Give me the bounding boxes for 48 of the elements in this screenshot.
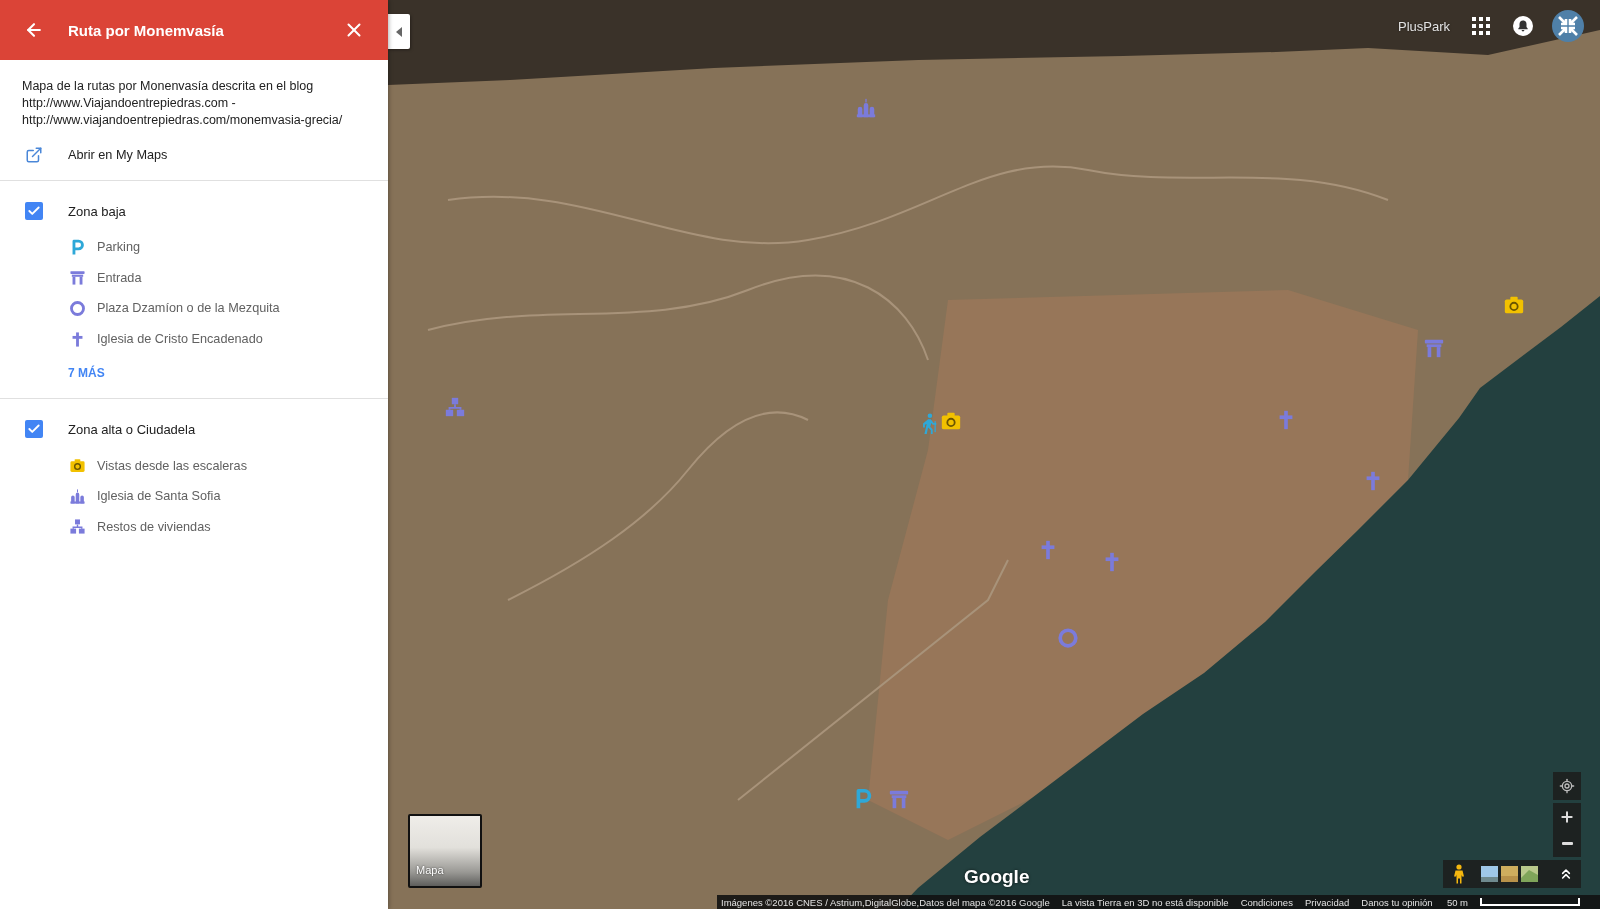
- layer-thumbnail-icon[interactable]: [1481, 866, 1498, 882]
- pegman-icon[interactable]: [1453, 864, 1465, 884]
- layer-thumbnail-icon[interactable]: [1501, 866, 1518, 882]
- map-view[interactable]: PlusPark Mapa Google Imágenes ©2016 CNES / Astrium,DigitalGlobe,Datos del mapa ©2016 Google La vista Tierra en 3D no está disponible Condiciones Privacidad Danos tu opinión 50 m: [388, 0, 1600, 909]
- notification-bell-icon[interactable]: [1513, 16, 1533, 36]
- layer-item[interactable]: Entrada: [0, 262, 152, 294]
- attribution-text: Imágenes ©2016 CNES / Astrium,DigitalGlobe,Datos del mapa ©2016 Google: [721, 896, 1050, 908]
- layer-name: Zona alta o Ciudadela: [68, 421, 196, 437]
- gate-marker-icon[interactable]: [1423, 337, 1445, 359]
- layer-checkbox[interactable]: [25, 202, 43, 220]
- minus-icon: [1561, 842, 1573, 845]
- panel-title: Ruta por Monemvasía: [68, 21, 225, 39]
- map-description: Mapa de la rutas por Monenvasía descrita en el blog http://www.Viajandoentrepiedras.com - http://www.viajandoentrepiedras.com/monemvasia-grecia/: [21, 78, 344, 129]
- footer-link[interactable]: Danos tu opinión: [1361, 896, 1433, 908]
- notice-text: La vista Tierra en 3D no está disponible: [1061, 896, 1229, 908]
- ring-marker-icon[interactable]: [1057, 627, 1079, 649]
- caret-icon: [396, 26, 402, 37]
- collapse-panel-button[interactable]: [388, 14, 410, 49]
- layer-item[interactable]: Iglesia de Santa Sofia: [0, 480, 231, 512]
- location-icon: [1559, 778, 1575, 794]
- footer-link[interactable]: Condiciones: [1240, 896, 1293, 908]
- layer-thumbnail-icon[interactable]: [1521, 866, 1538, 882]
- gate-marker-icon[interactable]: [888, 788, 910, 810]
- layer-item[interactable]: Parking: [0, 232, 151, 263]
- map-logo: Google: [964, 866, 1030, 888]
- open-in-my-maps-link[interactable]: Abrir en My Maps: [0, 137, 168, 173]
- layer-item[interactable]: Iglesia de Cristo Encadenado: [0, 323, 273, 355]
- checkmark-icon: [27, 204, 41, 218]
- layer-name: Zona baja: [68, 203, 126, 219]
- footer-link[interactable]: Privacidad: [1304, 896, 1350, 908]
- camera-marker-icon[interactable]: [1503, 294, 1525, 316]
- zoom-out-button[interactable]: [1553, 830, 1581, 857]
- avatar-icon[interactable]: [1552, 10, 1584, 42]
- layer-item[interactable]: Plaza Dzamíon o de la Mezquita: [0, 293, 290, 324]
- camera-marker-icon[interactable]: [940, 410, 962, 432]
- plus-icon: [1559, 808, 1575, 825]
- layer-item[interactable]: Vistas desde las escaleras: [0, 450, 257, 481]
- zoom-in-button[interactable]: [1553, 803, 1581, 830]
- my-location-button[interactable]: [1553, 772, 1581, 800]
- layer-checkbox[interactable]: [25, 420, 43, 439]
- blocks-marker-icon[interactable]: [444, 396, 466, 418]
- church-marker-icon[interactable]: [855, 97, 877, 119]
- show-more-button[interactable]: 7 MÁS: [68, 359, 105, 388]
- external-link-icon: [25, 146, 43, 164]
- layer-item[interactable]: Restos de viviendas: [0, 511, 221, 543]
- apps-grid-icon[interactable]: [1472, 17, 1490, 35]
- scale-label: 50 m: [1446, 896, 1468, 908]
- account-name: PlusPark: [1397, 18, 1450, 34]
